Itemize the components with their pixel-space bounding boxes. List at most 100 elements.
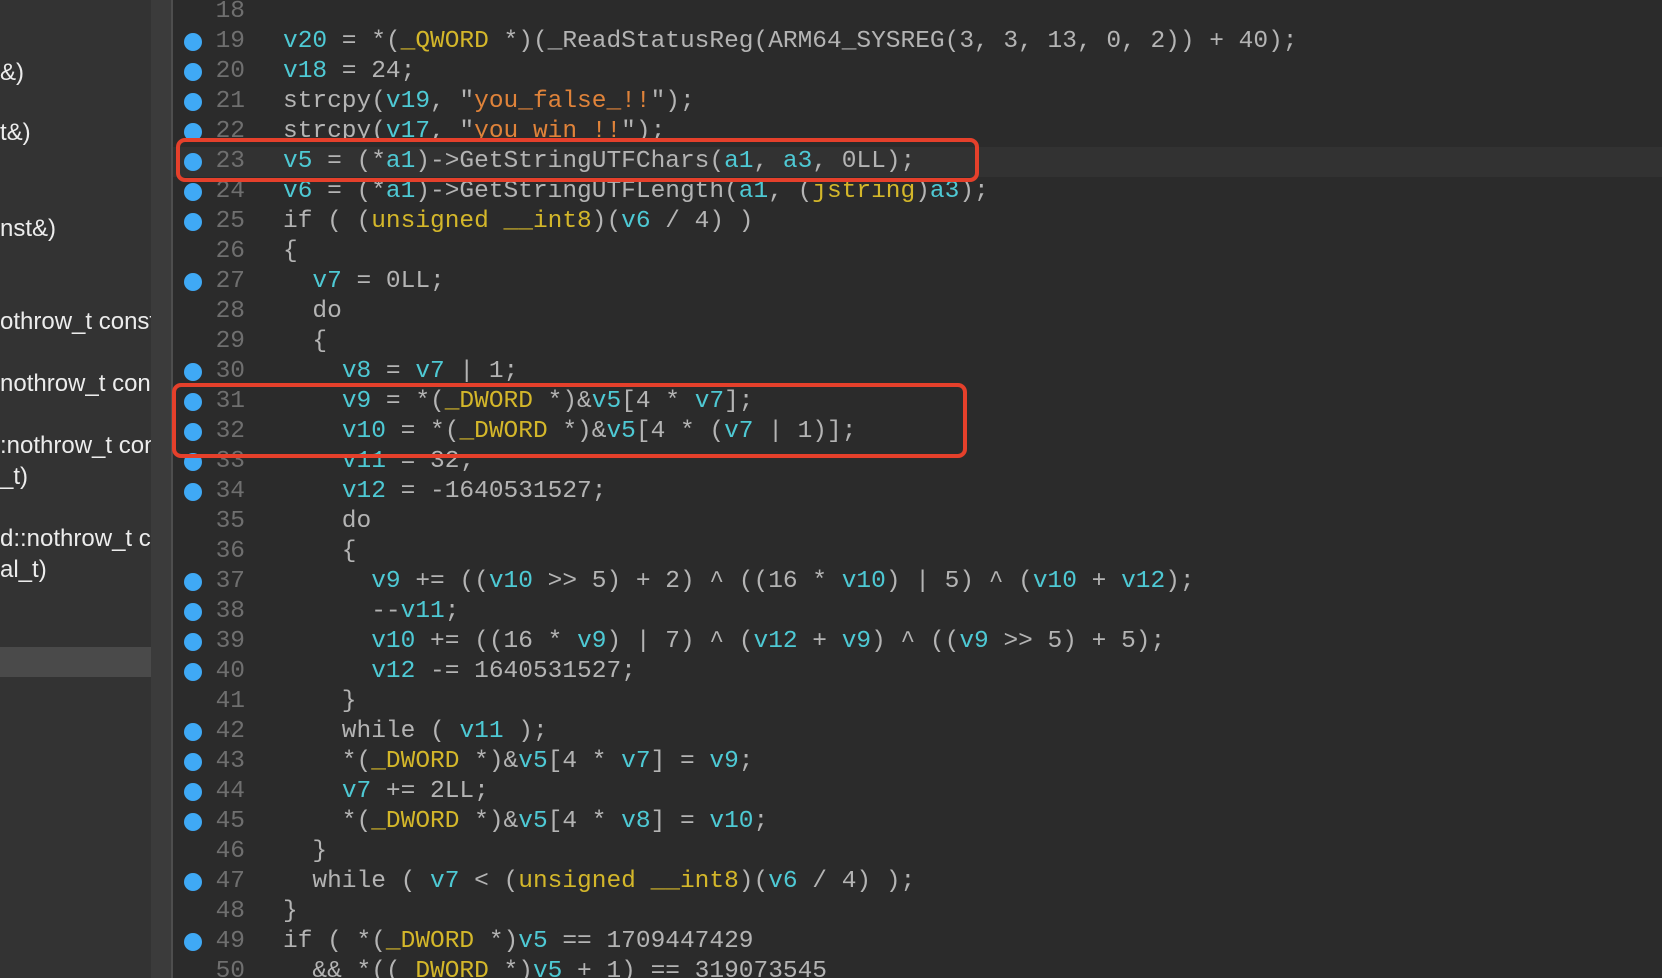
code-token[interactable]: v11 [401, 598, 445, 625]
breakpoint-dot-icon[interactable] [184, 573, 202, 591]
code-line[interactable]: 24 v6 = (*a1)->GetStringUTFLength(a1, (js… [173, 177, 1662, 207]
code-line[interactable]: 29 { [173, 327, 1662, 357]
sidebar-item[interactable]: &) [0, 60, 24, 86]
code-token[interactable]: v9 [342, 388, 371, 415]
code-token[interactable]: a1 [386, 178, 415, 205]
breakpoint-dot-icon[interactable] [184, 873, 202, 891]
code-line[interactable]: 35 do [173, 507, 1662, 537]
code-token[interactable]: v7 [342, 778, 371, 805]
code-token[interactable]: v5 [518, 808, 547, 835]
sidebar-item[interactable]: d::nothrow_t c [0, 526, 151, 552]
code-token[interactable]: v5 [533, 958, 562, 978]
code-line[interactable]: 32 v10 = *(_DWORD *)&v5[4 * (v7 | 1)]; [173, 417, 1662, 447]
breakpoint-dot-icon[interactable] [184, 93, 202, 111]
code-token[interactable]: v6 [768, 868, 797, 895]
breakpoint-dot-icon[interactable] [184, 183, 202, 201]
breakpoint-dot-icon[interactable] [184, 633, 202, 651]
code-token[interactable]: v19 [386, 88, 430, 115]
code-line[interactable]: 48} [173, 897, 1662, 927]
code-token[interactable]: v7 [415, 358, 444, 385]
code-token[interactable]: v6 [621, 208, 650, 235]
sidebar-selected-row[interactable] [0, 647, 151, 677]
breakpoint-dot-icon[interactable] [184, 783, 202, 801]
breakpoint-dot-icon[interactable] [184, 753, 202, 771]
sidebar-item[interactable]: nothrow_t cons [0, 371, 151, 397]
breakpoint-dot-icon[interactable] [184, 63, 202, 81]
code-token[interactable]: v5 [283, 148, 312, 175]
code-line[interactable]: 31 v9 = *(_DWORD *)&v5[4 * v7]; [173, 387, 1662, 417]
code-token[interactable]: v7 [695, 388, 724, 415]
code-token[interactable]: v7 [621, 748, 650, 775]
code-token[interactable]: v7 [724, 418, 753, 445]
sidebar-item[interactable]: t&) [0, 120, 31, 146]
sidebar-item[interactable]: al_t) [0, 557, 47, 583]
breakpoint-dot-icon[interactable] [184, 453, 202, 471]
code-line[interactable]: 27 v7 = 0LL; [173, 267, 1662, 297]
code-token[interactable]: v7 [430, 868, 459, 895]
breakpoint-dot-icon[interactable] [184, 153, 202, 171]
code-token[interactable]: v8 [621, 808, 650, 835]
code-token[interactable]: a3 [930, 178, 959, 205]
sidebar-item[interactable]: _t) [0, 464, 28, 490]
breakpoint-dot-icon[interactable] [184, 363, 202, 381]
code-line[interactable]: 50 && *((_DWORD *)v5 + 1) == 319073545 [173, 957, 1662, 978]
breakpoint-dot-icon[interactable] [184, 483, 202, 501]
code-line[interactable]: 38 --v11; [173, 597, 1662, 627]
code-line[interactable]: 30 v8 = v7 | 1; [173, 357, 1662, 387]
breakpoint-dot-icon[interactable] [184, 603, 202, 621]
code-line[interactable]: 45 *(_DWORD *)&v5[4 * v8] = v10; [173, 807, 1662, 837]
code-token[interactable]: a1 [386, 148, 415, 175]
code-token[interactable]: v5 [518, 928, 547, 955]
code-line[interactable]: 40 v12 -= 1640531527; [173, 657, 1662, 687]
code-token[interactable]: v17 [386, 118, 430, 145]
code-token[interactable]: v9 [709, 748, 738, 775]
code-token[interactable]: v8 [342, 358, 371, 385]
pseudocode-editor[interactable]: 18 19 v20 = *(_QWORD *)(_ReadStatusReg(ARM… [173, 0, 1662, 978]
code-line[interactable]: 41 } [173, 687, 1662, 717]
code-token[interactable]: v10 [371, 628, 415, 655]
code-token[interactable]: v10 [489, 568, 533, 595]
code-line[interactable]: 42 while ( v11 ); [173, 717, 1662, 747]
code-token[interactable]: v18 [283, 58, 327, 85]
code-token[interactable]: v12 [371, 658, 415, 685]
code-token[interactable]: a1 [724, 148, 753, 175]
code-token[interactable]: v9 [577, 628, 606, 655]
code-line[interactable]: 44 v7 += 2LL; [173, 777, 1662, 807]
sidebar-item[interactable]: :nothrow_t con [0, 433, 151, 459]
code-token[interactable]: v12 [342, 478, 386, 505]
code-token[interactable]: v20 [283, 28, 327, 55]
code-line[interactable]: 22 strcpy(v17, "you_win_!!"); [173, 117, 1662, 147]
breakpoint-dot-icon[interactable] [184, 933, 202, 951]
breakpoint-dot-icon[interactable] [184, 273, 202, 291]
code-line[interactable]: 37 v9 += ((v10 >> 5) + 2) ^ ((16 * v10) … [173, 567, 1662, 597]
code-token[interactable]: a1 [739, 178, 768, 205]
code-line[interactable]: 26 { [173, 237, 1662, 267]
code-token[interactable]: v6 [283, 178, 312, 205]
code-token[interactable]: v5 [606, 418, 635, 445]
code-line[interactable]: 46 } [173, 837, 1662, 867]
code-token[interactable]: v11 [459, 718, 503, 745]
code-token[interactable]: v11 [342, 448, 386, 475]
code-line[interactable]: 19 v20 = *(_QWORD *)(_ReadStatusReg(ARM64… [173, 27, 1662, 57]
code-token[interactable]: v10 [709, 808, 753, 835]
breakpoint-dot-icon[interactable] [184, 423, 202, 441]
breakpoint-dot-icon[interactable] [184, 393, 202, 411]
code-line[interactable]: 21 strcpy(v19, "you_false_!!"); [173, 87, 1662, 117]
code-token[interactable]: v9 [842, 628, 871, 655]
sidebar-item[interactable]: nst&) [0, 216, 56, 242]
code-line[interactable]: 28 do [173, 297, 1662, 327]
code-token[interactable]: a3 [783, 148, 812, 175]
code-line[interactable]: 49 if ( *(_DWORD *)v5 == 1709447429 [173, 927, 1662, 957]
code-token[interactable]: v9 [959, 628, 988, 655]
code-token[interactable]: v5 [592, 388, 621, 415]
code-token[interactable]: v10 [342, 418, 386, 445]
code-line[interactable]: 18 [173, 0, 1662, 27]
breakpoint-dot-icon[interactable] [184, 663, 202, 681]
code-line[interactable]: 43 *(_DWORD *)&v5[4 * v7] = v9; [173, 747, 1662, 777]
code-token[interactable]: v12 [1121, 568, 1165, 595]
code-line[interactable]: 39 v10 += ((16 * v9) | 7) ^ (v12 + v9) ^… [173, 627, 1662, 657]
code-token[interactable]: v5 [518, 748, 547, 775]
breakpoint-dot-icon[interactable] [184, 723, 202, 741]
pane-splitter[interactable] [151, 0, 171, 978]
code-line[interactable]: 34 v12 = -1640531527; [173, 477, 1662, 507]
